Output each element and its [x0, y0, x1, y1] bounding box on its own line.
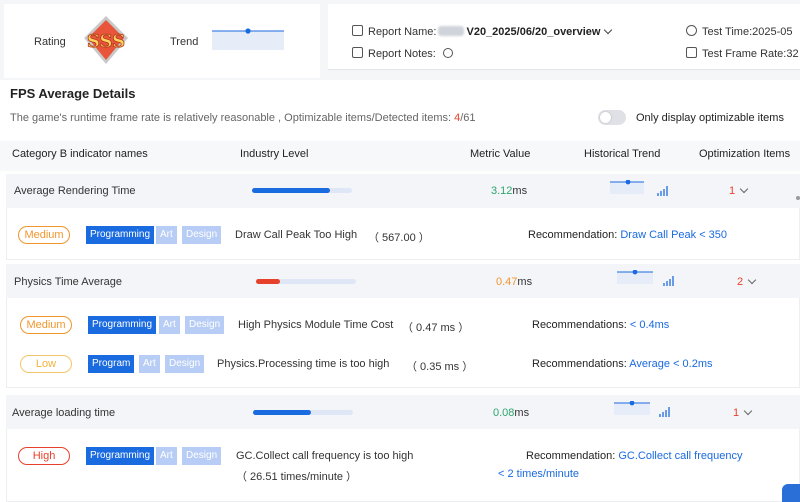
optimizable-only-toggle[interactable]: [598, 110, 626, 125]
tag-art[interactable]: Art: [156, 226, 177, 244]
frame-rate-icon: [686, 47, 697, 58]
issue-description: Draw Call Peak Too High: [235, 229, 358, 241]
industry-level-bar: [256, 279, 356, 284]
metric-row[interactable]: [6, 395, 800, 429]
metric-row[interactable]: [6, 264, 800, 298]
clock-icon: [686, 25, 697, 36]
optimization-count-toggle[interactable]: 2: [737, 275, 757, 288]
bar-chart-icon[interactable]: [659, 406, 671, 420]
issue-description: High Physics Module Time Cost: [238, 319, 394, 331]
test-time-field: Test Time:2025-05: [686, 25, 793, 38]
industry-level-fill: [252, 188, 330, 193]
recommendation: Recommendations: Average < 0.2ms: [532, 358, 713, 370]
chevron-down-icon: [739, 184, 749, 194]
issue-panel: [6, 429, 800, 502]
optimization-count-toggle[interactable]: 1: [733, 406, 753, 419]
metric-value: 0.47ms: [496, 276, 533, 288]
tag-design[interactable]: Design: [185, 316, 225, 334]
metric-name: Average loading time: [12, 407, 116, 419]
column-header-name: Category B indicator names: [12, 148, 148, 160]
issue-metric: （ 0.47 ms ）: [402, 322, 470, 334]
column-header-optimization-items: Optimization Items: [699, 148, 791, 160]
bar-chart-icon[interactable]: [657, 185, 669, 199]
report-notes-field[interactable]: Report Notes:: [352, 47, 458, 60]
toggle-label: Only display optimizable items: [636, 112, 784, 124]
detected-count: 61: [463, 112, 476, 124]
issue-description: GC.Collect call frequency is too high: [236, 450, 414, 462]
column-header-historical-trend: Historical Trend: [584, 148, 661, 160]
tag-art[interactable]: Art: [159, 316, 180, 334]
section-title: FPS Average Details: [10, 86, 136, 101]
info-icon[interactable]: [442, 48, 453, 58]
optimization-count-toggle[interactable]: 1: [729, 184, 749, 197]
severity-badge: High: [18, 447, 70, 465]
industry-level-fill: [253, 410, 311, 415]
document-icon: [352, 25, 363, 36]
metric-value: 0.08ms: [493, 407, 530, 419]
chevron-down-icon[interactable]: [604, 25, 613, 35]
historical-trend-sparkline: [617, 269, 663, 284]
test-frame-rate-field: Test Frame Rate:32: [686, 47, 799, 60]
recommendation: Recommendations: < 0.4ms: [532, 319, 670, 331]
tag-programming[interactable]: Programming: [88, 316, 157, 334]
column-header-industry-level: Industry Level: [240, 148, 309, 160]
issue-metric: （ 26.51 times/minute ）: [236, 471, 358, 483]
recommendation: Recommendation: Draw Call Peak < 350: [528, 229, 728, 241]
issue-panel: [6, 298, 800, 388]
metric-value: 3.12ms: [491, 185, 528, 197]
svg-text:SSS: SSS: [87, 31, 125, 52]
tag-design[interactable]: Design: [165, 355, 205, 373]
severity-badge: Medium: [20, 316, 72, 334]
rating-sss-badge-icon: SSS: [82, 14, 130, 66]
tag-programming[interactable]: Programming: [86, 447, 155, 465]
chevron-down-icon: [747, 275, 757, 285]
tag-design[interactable]: Design: [182, 447, 222, 465]
tag-design[interactable]: Design: [182, 226, 222, 244]
issue-metric: （ 0.35 ms ）: [406, 361, 474, 373]
trend-sparkline: [212, 28, 284, 50]
scroll-indicator[interactable]: [796, 196, 800, 200]
severity-badge: Low: [20, 355, 72, 373]
column-header-metric-value: Metric Value: [470, 148, 531, 160]
metric-name: Average Rendering Time: [14, 185, 136, 197]
recommendation: Recommendation: GC.Collect call frequenc…: [526, 450, 743, 462]
industry-level-fill: [256, 279, 280, 284]
floating-action-button[interactable]: [782, 484, 800, 502]
issue-metric: （ 567.00 ）: [368, 232, 430, 244]
metric-name: Physics Time Average: [14, 276, 123, 288]
historical-trend-sparkline: [610, 179, 656, 194]
recommendation-continued: < 2 times/minute: [498, 468, 580, 480]
bar-chart-icon[interactable]: [663, 275, 675, 289]
chevron-down-icon: [743, 406, 753, 416]
redacted-text: [438, 26, 465, 36]
tag-programming[interactable]: Programming: [86, 226, 155, 244]
industry-level-bar: [253, 410, 353, 415]
trend-label: Trend: [170, 36, 199, 48]
report-name-value: V20_2025/06/20_overview: [466, 26, 601, 38]
severity-badge: Medium: [18, 226, 70, 244]
section-summary: The game's runtime frame rate is relativ…: [10, 112, 476, 124]
tag-art[interactable]: Art: [156, 447, 177, 465]
tag-program[interactable]: Program: [88, 355, 135, 373]
tag-art[interactable]: Art: [139, 355, 160, 373]
issue-description: Physics.Processing time is too high: [217, 358, 390, 370]
historical-trend-sparkline: [614, 400, 660, 415]
report-name-field[interactable]: Report Name: V20_2025/06/20_overview: [352, 25, 613, 38]
industry-level-bar: [252, 188, 352, 193]
edit-note-icon: [352, 47, 363, 58]
rating-label: Rating: [34, 36, 66, 48]
